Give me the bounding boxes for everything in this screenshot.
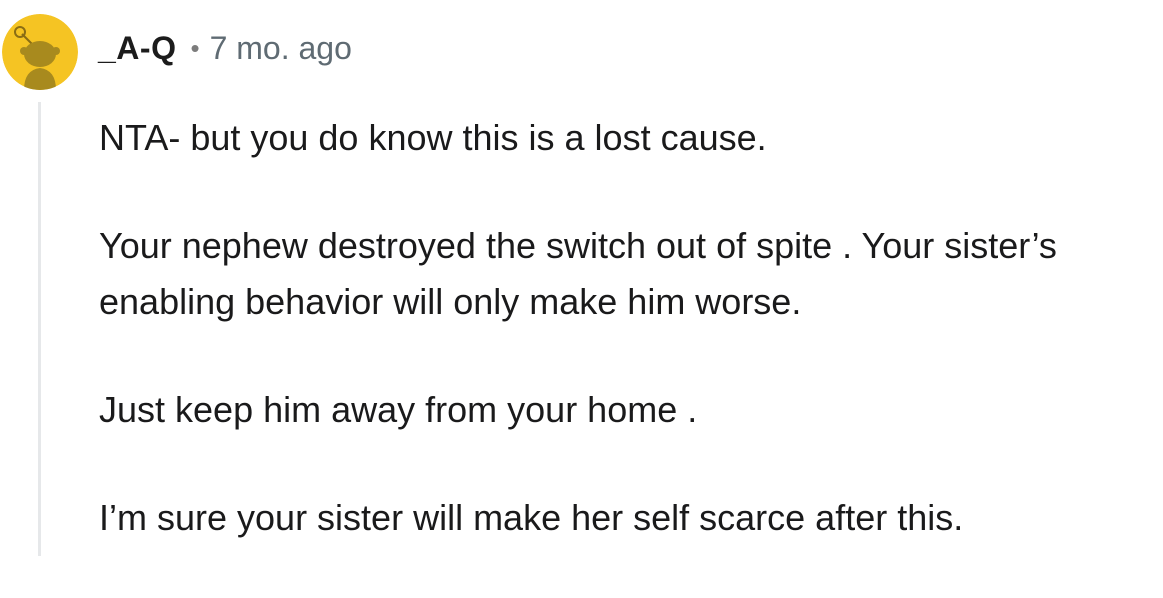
- timestamp[interactable]: 7 mo. ago: [210, 30, 352, 67]
- comment-paragraph: NTA- but you do know this is a lost caus…: [99, 117, 767, 158]
- username[interactable]: _A-Q: [98, 30, 176, 67]
- comment-paragraph: I’m sure your sister will make her self …: [99, 497, 964, 538]
- separator-dot: •: [190, 32, 200, 63]
- thread-line[interactable]: [38, 102, 41, 556]
- avatar[interactable]: [2, 14, 78, 90]
- comment-body: NTA- but you do know this is a lost caus…: [99, 110, 1159, 598]
- comment-paragraph: Your nephew destroyed the switch out of …: [99, 225, 1057, 322]
- comment-paragraph: Just keep him away from your home .: [99, 389, 698, 430]
- comment-meta: _A-Q • 7 mo. ago: [98, 26, 352, 70]
- snoo-avatar-icon: [2, 14, 78, 90]
